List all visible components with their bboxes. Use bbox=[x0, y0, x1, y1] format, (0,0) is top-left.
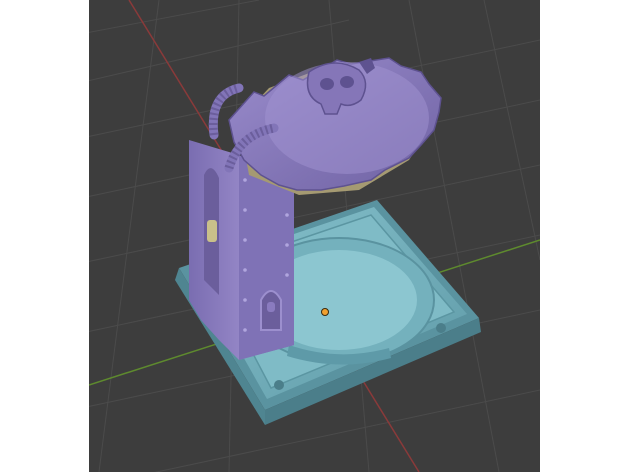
bolt-hole bbox=[436, 323, 446, 333]
page-margin-right bbox=[540, 0, 628, 472]
viewport-canvas[interactable] bbox=[89, 0, 540, 472]
origin-point-icon[interactable] bbox=[321, 308, 329, 316]
bolt-hole bbox=[274, 380, 284, 390]
3d-viewport[interactable] bbox=[89, 0, 540, 472]
page-margin-left bbox=[0, 0, 89, 472]
